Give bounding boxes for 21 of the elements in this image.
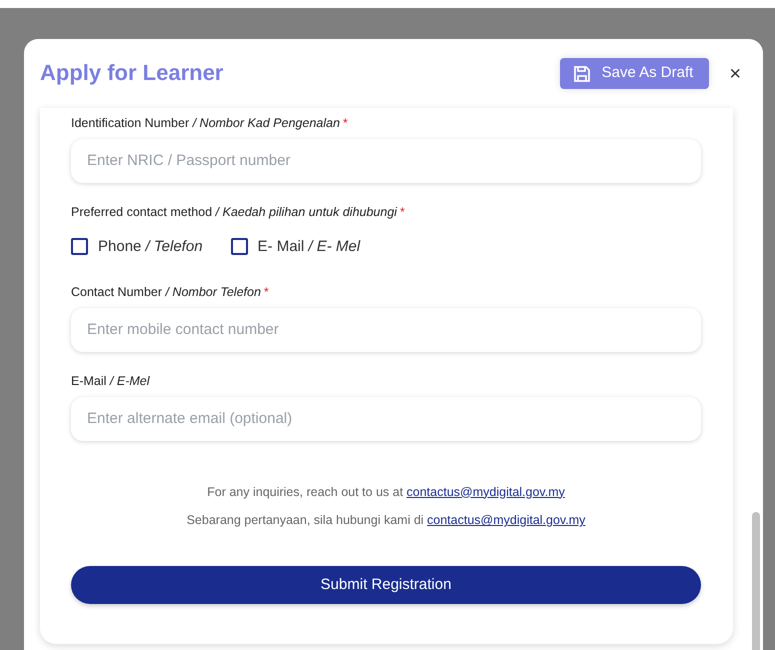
contact-text: For any inquiries, reach out to us at contactus@mydigital.gov.my [206, 484, 566, 501]
input-field[interactable]: Enter NRIC / Passport number [71, 138, 701, 183]
save-draft-button[interactable]: Save As Draft [560, 58, 710, 89]
modal-title: Apply for Learner [40, 60, 224, 87]
checkbox[interactable] [230, 238, 248, 256]
input-field[interactable]: Enter alternate email (optional) [71, 396, 701, 440]
field-label: Contact Number / Nombor Telefon * [71, 284, 270, 301]
checkbox-label[interactable]: Phone / Telefon [98, 236, 203, 258]
scrollbar-thumb[interactable] [752, 512, 760, 650]
save-icon [572, 64, 592, 84]
submit-button[interactable]: Submit Registration [71, 566, 701, 604]
checkbox-label[interactable]: E- Mail / E- Mel [258, 236, 360, 258]
field-label: Identification Number / Nombor Kad Pengenalan * [71, 115, 349, 132]
email-link[interactable]: contactus@mydigital.gov.my [427, 513, 586, 528]
close-button[interactable]: × [723, 64, 747, 84]
field-label: E-Mail / E-Mel [71, 372, 151, 390]
input-field[interactable]: Enter mobile contact number [71, 308, 701, 352]
email-link[interactable]: contactus@mydigital.gov.my [406, 484, 565, 498]
contact-text: Sebarang pertanyaan, sila hubungi kami di contactus@mydigital.gov.my [186, 512, 586, 530]
checkbox[interactable] [71, 238, 88, 256]
field-label: Preferred contact method / Kaedah pilihan untuk dihubungi * [71, 204, 406, 221]
